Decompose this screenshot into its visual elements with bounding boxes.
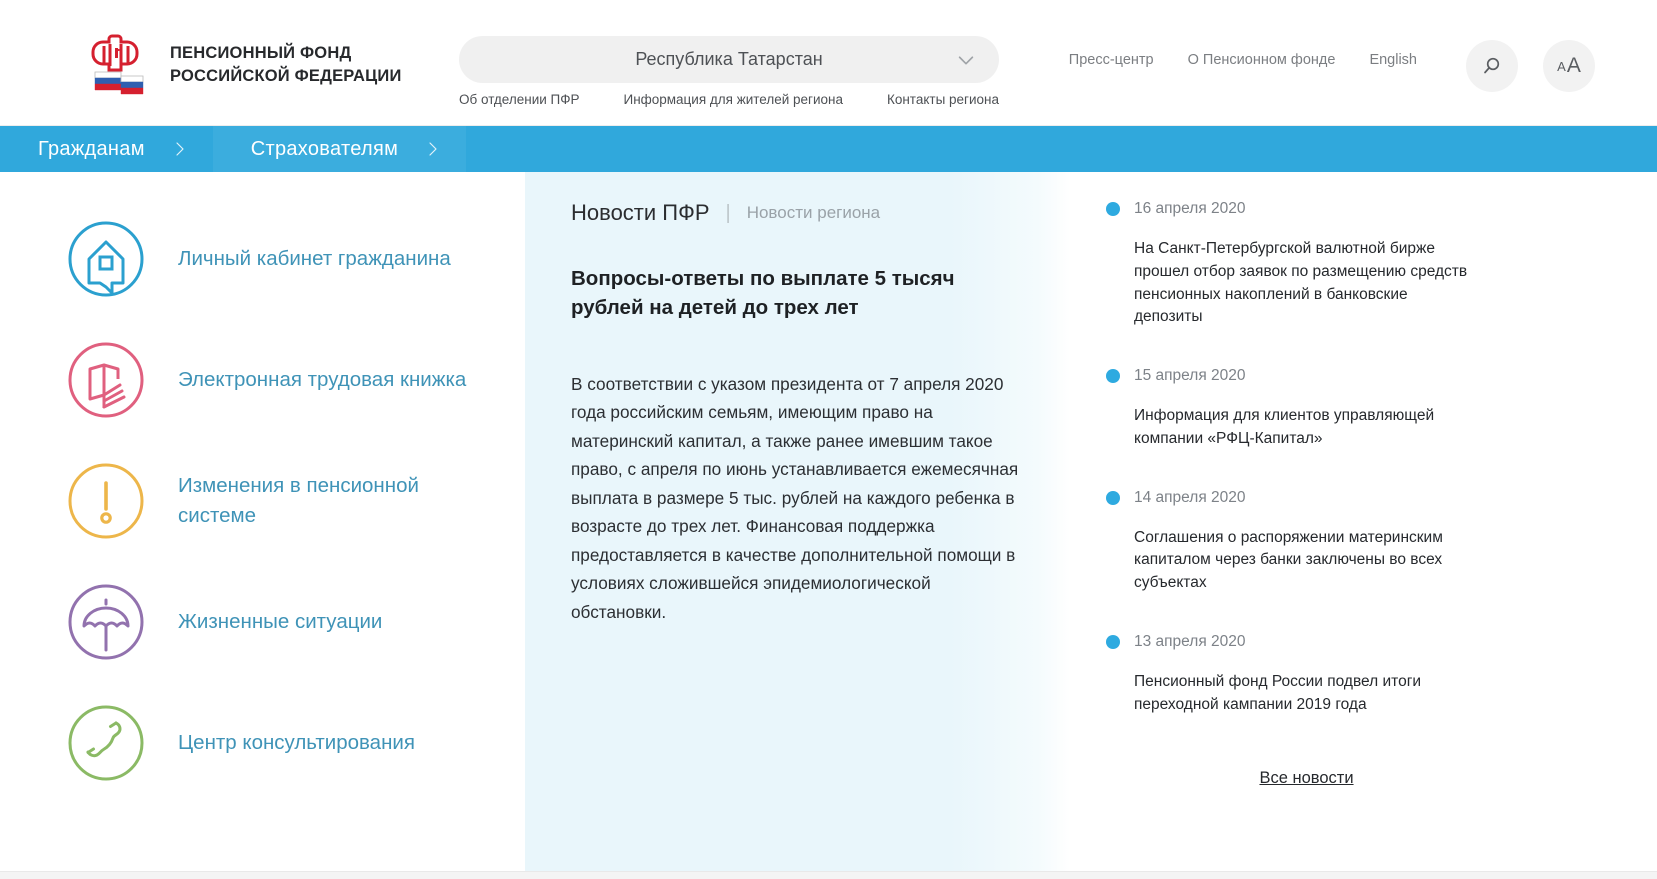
news-tabs-separator: | [725,201,731,224]
all-news-wrapper: Все новости [1134,769,1479,788]
region-subnav-item-0[interactable]: Об отделении ПФР [459,92,580,107]
phone-in-circle-icon [68,705,144,780]
news-title[interactable]: Информация для клиентов управляющей комп… [1134,405,1479,451]
sidebar-item-electronic-work-book[interactable]: Электронная трудовая книжка [0,319,525,440]
bullet-dot-icon [1106,635,1120,650]
sidebar-item-personal-cabinet[interactable]: Личный кабинет гражданина [0,198,525,319]
sidebar-item-pension-system-changes[interactable]: Изменения в пенсионной системе [0,440,525,561]
chevron-right-icon [429,142,437,156]
news-title[interactable]: Пенсионный фонд России подвел итоги пере… [1134,671,1479,717]
top-link-press-center[interactable]: Пресс-центр [1069,52,1154,68]
bullet-dot-icon [1106,490,1120,505]
pfr-website-page: ПЕНСИОННЫЙ ФОНД РОССИЙСКОЙ ФЕДЕРАЦИИ Рес… [0,0,1657,879]
header-top-links: Пресс-центр О Пенсионном фонде English [1069,52,1417,68]
service-sidebar: Личный кабинет гражданина Электронная тр… [0,172,525,879]
chevron-down-icon [958,55,974,64]
top-link-about-fund[interactable]: О Пенсионном фонде [1188,52,1336,68]
region-subnav: Об отделении ПФР Информация для жителей … [459,92,999,107]
news-date: 14 апреля 2020 [1134,488,1246,506]
search-icon [1484,57,1500,74]
search-button[interactable] [1466,40,1518,92]
news-tabs: Новости ПФР | Новости региона [571,200,1024,226]
house-in-circle-icon [68,221,144,296]
umbrella-in-circle-icon [68,584,144,659]
sidebar-item-pension-system-changes-label: Изменения в пенсионной системе [178,474,419,527]
sidebar-item-life-situations-label: Жизненные ситуации [178,609,383,633]
feature-article-title[interactable]: Вопросы-ответы по выплате 5 тысяч рублей… [571,264,1024,323]
news-date-row: 16 апреля 2020 [1106,200,1597,218]
font-size-button[interactable]: A A [1543,40,1595,92]
nav-item-insurers-label: Страхователям [250,137,399,160]
sidebar-item-personal-cabinet-label: Личный кабинет гражданина [178,246,451,270]
top-link-english[interactable]: English [1369,52,1417,68]
logo-text-line2: РОССИЙСКОЙ ФЕДЕРАЦИИ [170,67,402,85]
nav-item-citizens[interactable]: Гражданам [0,126,213,172]
sidebar-item-life-situations[interactable]: Жизненные ситуации [0,561,525,682]
logo-text: ПЕНСИОННЫЙ ФОНД РОССИЙСКОЙ ФЕДЕРАЦИИ [170,42,402,88]
sidebar-item-electronic-work-book-label: Электронная трудовая книжка [178,367,467,391]
region-subnav-item-2[interactable]: Контакты региона [887,92,999,107]
pfr-emblem-icon [91,34,144,95]
chevron-right-icon [176,142,184,156]
news-list-item: 15 апреля 2020 Информация для клиентов у… [1106,367,1597,451]
font-size-large-label: A [1566,54,1581,77]
exclamation-in-circle-icon [68,463,144,538]
region-subnav-item-1[interactable]: Информация для жителей региона [623,92,843,107]
news-date: 16 апреля 2020 [1134,200,1246,217]
footer-strip [0,871,1657,879]
region-select-value: Республика Татарстан [635,49,823,69]
site-header: ПЕНСИОННЫЙ ФОНД РОССИЙСКОЙ ФЕДЕРАЦИИ Рес… [0,0,1657,126]
news-title[interactable]: Соглашения о распоряжении материнским ка… [1134,527,1479,595]
region-select[interactable]: Республика Татарстан [459,36,999,83]
news-list-item: 16 апреля 2020 На Санкт-Петербургской ва… [1106,200,1597,329]
main-content: Личный кабинет гражданина Электронная тр… [0,172,1657,879]
all-news-link[interactable]: Все новости [1259,769,1353,787]
feature-article-body: В соответствии с указом президента от 7 … [571,373,1019,622]
bullet-dot-icon [1106,202,1120,216]
news-list-item: 13 апреля 2020 Пенсионный фонд России по… [1106,633,1597,717]
news-date: 15 апреля 2020 [1134,367,1246,385]
news-date-row: 14 апреля 2020 [1106,489,1597,507]
news-date-row: 13 апреля 2020 [1106,633,1597,651]
news-date-row: 15 апреля 2020 [1106,367,1597,385]
nav-item-citizens-label: Гражданам [38,137,145,160]
tab-news-region[interactable]: Новости региона [747,203,880,223]
nav-item-insurers[interactable]: Страхователям [212,126,467,172]
book-in-circle-icon [68,342,144,417]
news-title[interactable]: На Санкт-Петербургской валютной бирже пр… [1134,238,1479,329]
news-list-item: 14 апреля 2020 Соглашения о распоряжении… [1106,489,1597,595]
primary-nav: Гражданам Страхователям [0,126,1657,172]
bullet-dot-icon [1106,369,1120,384]
sidebar-item-consultation-center-label: Центр консультирования [178,730,415,754]
sidebar-item-consultation-center[interactable]: Центр консультирования [0,682,525,803]
news-date: 13 апреля 2020 [1134,633,1246,651]
tab-news-pfr[interactable]: Новости ПФР [571,200,710,226]
site-logo[interactable]: ПЕНСИОННЫЙ ФОНД РОССИЙСКОЙ ФЕДЕРАЦИИ [82,32,402,98]
news-list-panel: 16 апреля 2020 На Санкт-Петербургской ва… [1070,172,1657,879]
news-feature-panel: Новости ПФР | Новости региона Вопросы-от… [525,172,1070,879]
font-size-small-label: A [1557,58,1566,74]
logo-text-line1: ПЕНСИОННЫЙ ФОНД [170,44,352,63]
